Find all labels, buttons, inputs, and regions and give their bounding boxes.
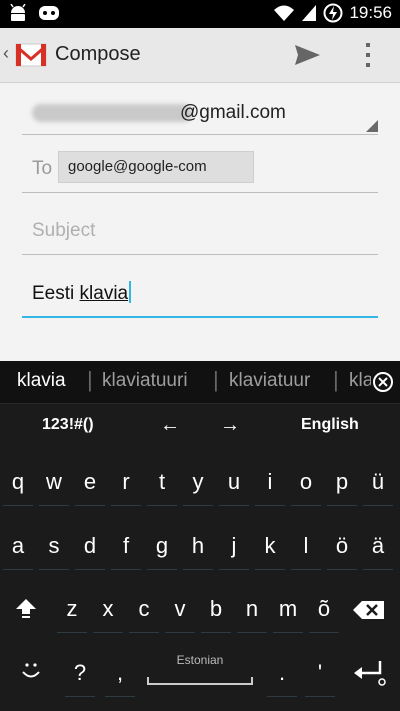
cursor-right-key[interactable]: →: [220, 414, 240, 437]
symbols-key[interactable]: 123!#(): [42, 416, 94, 434]
battery-charging-icon: [323, 3, 343, 23]
emoji-key-icon[interactable]: [18, 657, 44, 683]
key-comma[interactable]: ,: [102, 651, 138, 701]
to-label: To: [32, 158, 53, 179]
key-o-umlaut[interactable]: ö: [324, 524, 360, 574]
backspace-icon[interactable]: [352, 599, 386, 621]
space-bar-language-label: Estonian: [176, 653, 224, 667]
wifi-icon: [274, 5, 295, 21]
key-s[interactable]: s: [36, 524, 72, 574]
key-o-tilde[interactable]: õ: [306, 587, 342, 637]
key-o[interactable]: o: [288, 460, 324, 510]
recipient-chip[interactable]: google@google-com: [58, 151, 254, 183]
key-w[interactable]: w: [36, 460, 72, 510]
key-t[interactable]: t: [144, 460, 180, 510]
status-bar: 19:56: [0, 0, 400, 28]
key-p[interactable]: p: [324, 460, 360, 510]
cyanogen-icon: [39, 6, 59, 20]
key-question-mark[interactable]: ?: [62, 651, 98, 701]
key-f[interactable]: f: [108, 524, 144, 574]
suggestion-1[interactable]: klavia: [17, 370, 66, 392]
key-q[interactable]: q: [0, 460, 36, 510]
key-e[interactable]: e: [72, 460, 108, 510]
send-icon[interactable]: [292, 40, 322, 70]
action-bar: ‹ Compose: [0, 28, 400, 83]
gmail-logo-icon[interactable]: [14, 38, 48, 72]
suggestion-separator: |: [87, 367, 93, 392]
key-u[interactable]: u: [216, 460, 252, 510]
overflow-menu-icon[interactable]: [360, 40, 376, 70]
key-d[interactable]: d: [72, 524, 108, 574]
key-a-umlaut[interactable]: ä: [360, 524, 396, 574]
key-u-umlaut[interactable]: ü: [360, 460, 396, 510]
key-x[interactable]: x: [90, 587, 126, 637]
to-field[interactable]: To google@google-com: [22, 148, 378, 193]
subject-field[interactable]: Subject: [22, 212, 378, 255]
from-account-username-obscured: [32, 104, 192, 122]
key-i[interactable]: i: [252, 460, 288, 510]
key-b[interactable]: b: [198, 587, 234, 637]
key-r[interactable]: r: [108, 460, 144, 510]
text-cursor: [129, 281, 132, 303]
cursor-left-key[interactable]: ←: [160, 414, 180, 437]
key-l[interactable]: l: [288, 524, 324, 574]
key-m[interactable]: m: [270, 587, 306, 637]
key-j[interactable]: j: [216, 524, 252, 574]
suggestion-separator: |: [213, 367, 219, 392]
suggestion-separator: |: [333, 367, 339, 392]
key-y[interactable]: y: [180, 460, 216, 510]
key-a[interactable]: a: [0, 524, 36, 574]
key-h[interactable]: h: [180, 524, 216, 574]
key-period[interactable]: .: [264, 651, 300, 701]
key-apostrophe[interactable]: ': [302, 651, 338, 701]
body-field[interactable]: Eesti klavia: [22, 276, 378, 318]
android-icon: [10, 4, 26, 21]
from-account-domain: @gmail.com: [180, 102, 286, 123]
key-z[interactable]: z: [54, 587, 90, 637]
body-text-prefix: Eesti: [32, 283, 80, 304]
dropdown-triangle-icon: [366, 120, 378, 132]
subject-placeholder: Subject: [32, 220, 96, 241]
key-n[interactable]: n: [234, 587, 270, 637]
key-g[interactable]: g: [144, 524, 180, 574]
keyboard-function-row: 123!#() ← → English: [0, 404, 400, 446]
suggestion-3[interactable]: klaviatuur: [229, 370, 310, 392]
space-bar[interactable]: Estonian: [147, 649, 253, 695]
clock: 19:56: [349, 3, 392, 22]
back-chevron-icon[interactable]: ‹: [3, 43, 9, 64]
recipient-chip-text: google@google-com: [68, 158, 207, 175]
shift-key-icon[interactable]: [14, 596, 38, 620]
soft-keyboard: klavia | klaviatuuri | klaviatuur | klav…: [0, 361, 400, 711]
suggestion-strip: klavia | klaviatuuri | klaviatuur | klav…: [0, 361, 400, 404]
body-text: Eesti klavia: [32, 281, 132, 305]
enter-key-icon[interactable]: [350, 657, 390, 687]
suggestion-2[interactable]: klaviatuuri: [102, 370, 188, 392]
space-bar-icon: [147, 677, 253, 685]
key-c[interactable]: c: [126, 587, 162, 637]
signal-icon: [302, 5, 317, 21]
close-suggestions-icon[interactable]: [372, 371, 394, 393]
suggestion-4[interactable]: klavia: [349, 370, 371, 392]
composing-word: klavia: [79, 283, 129, 304]
language-key[interactable]: English: [301, 416, 359, 434]
key-v[interactable]: v: [162, 587, 198, 637]
page-title: Compose: [55, 43, 141, 65]
key-k[interactable]: k: [252, 524, 288, 574]
from-account-selector[interactable]: @gmail.com: [22, 94, 378, 135]
